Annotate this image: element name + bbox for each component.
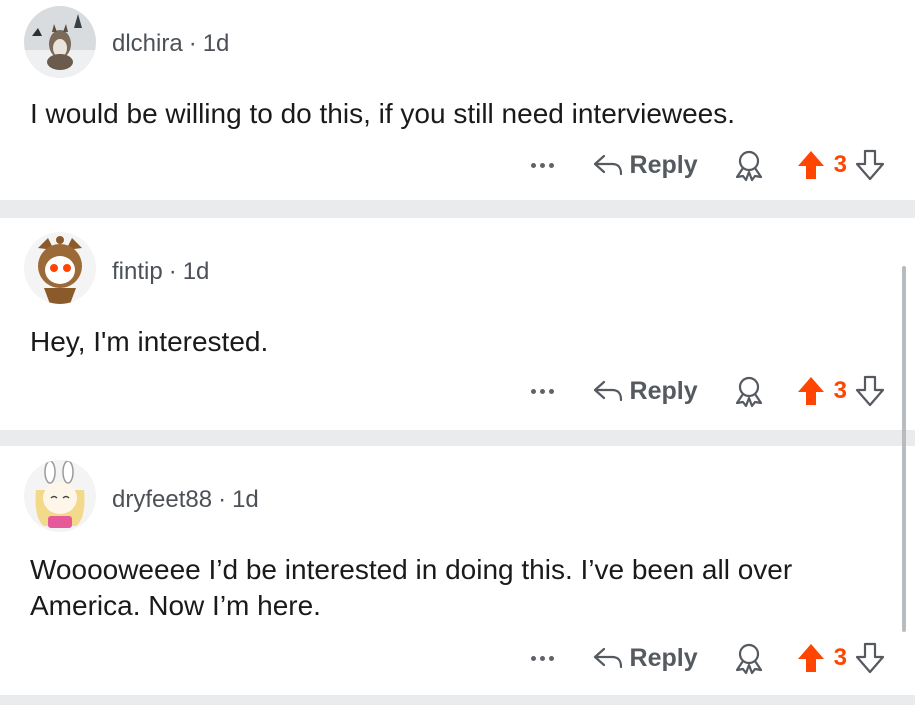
award-button[interactable] (732, 374, 766, 408)
more-icon-dot (548, 388, 554, 394)
upvote-button[interactable] (796, 149, 826, 181)
comment-meta: dlchira · 1d (112, 30, 229, 58)
more-icon-dot (539, 655, 545, 661)
vote-score: 3 (833, 377, 847, 404)
comment-thread: dlchira · 1d I would be willing to do this… (0, 0, 915, 705)
comment-body: Wooooweeee I’d be interested in doing th… (30, 554, 793, 621)
upvote-arrow-icon (797, 151, 824, 179)
comment-body: Hey, I'm interested. (30, 326, 269, 357)
upvote-button[interactable] (796, 642, 826, 674)
more-icon-dot (539, 388, 545, 394)
username-link[interactable]: fintip (112, 258, 163, 285)
vote-score: 3 (833, 644, 847, 671)
more-icon (530, 388, 536, 394)
avatar[interactable] (24, 460, 96, 532)
more-options-button[interactable] (530, 655, 554, 661)
more-icon (530, 655, 536, 661)
comment-card: dlchira · 1d I would be willing to do this… (0, 0, 915, 200)
username-link[interactable]: dryfeet88 (112, 486, 212, 513)
downvote-arrow-icon (855, 375, 885, 407)
more-icon-dot (539, 162, 545, 168)
separator-dot: · (168, 258, 177, 285)
reply-arrow-icon (593, 380, 622, 402)
reply-label: Reply (629, 150, 698, 179)
vote-score: 3 (833, 151, 847, 178)
reply-label: Reply (629, 376, 698, 405)
separator-dot: · (218, 486, 227, 513)
award-icon (735, 643, 762, 675)
comment-card: fintip · 1d Hey, I'm interested. Reply 3 (0, 218, 915, 430)
award-button[interactable] (732, 148, 766, 182)
comment-actions: Reply 3 (530, 638, 885, 678)
more-options-button[interactable] (530, 388, 554, 394)
reply-button[interactable]: Reply (592, 644, 698, 673)
upvote-arrow-icon (797, 644, 824, 672)
award-icon (735, 376, 762, 408)
reply-arrow-icon (593, 647, 622, 669)
comment-body: I would be willing to do this, if you st… (30, 98, 736, 129)
comment-meta: fintip · 1d (112, 258, 209, 286)
award-icon (735, 150, 762, 182)
downvote-button[interactable] (855, 149, 885, 181)
comment-age: 1d (232, 486, 259, 513)
more-options-button[interactable] (530, 162, 554, 168)
reply-arrow-icon (593, 154, 622, 176)
reply-button[interactable]: Reply (592, 377, 698, 406)
comment-meta: dryfeet88 · 1d (112, 486, 259, 514)
reply-button[interactable]: Reply (592, 151, 698, 180)
reply-label: Reply (629, 643, 698, 672)
comment-actions: Reply 3 (530, 145, 885, 185)
avatar[interactable] (24, 6, 96, 78)
upvote-arrow-icon (797, 377, 824, 405)
award-button[interactable] (732, 641, 766, 675)
separator-dot: · (188, 30, 197, 57)
downvote-button[interactable] (855, 375, 885, 407)
upvote-button[interactable] (796, 375, 826, 407)
downvote-arrow-icon (855, 149, 885, 181)
comment-age: 1d (182, 258, 210, 285)
more-icon (530, 162, 536, 168)
more-icon-dot (548, 655, 554, 661)
more-icon-dot (548, 162, 554, 168)
comment-card: dryfeet88 · 1d Wooooweeee I’d be intereste… (0, 446, 915, 695)
avatar[interactable] (24, 232, 96, 304)
comment-actions: Reply 3 (530, 371, 885, 411)
downvote-arrow-icon (855, 642, 885, 674)
comment-age: 1d (202, 30, 230, 57)
username-link[interactable]: dlchira (112, 30, 183, 57)
scrollbar[interactable] (902, 266, 906, 632)
downvote-button[interactable] (855, 642, 885, 674)
